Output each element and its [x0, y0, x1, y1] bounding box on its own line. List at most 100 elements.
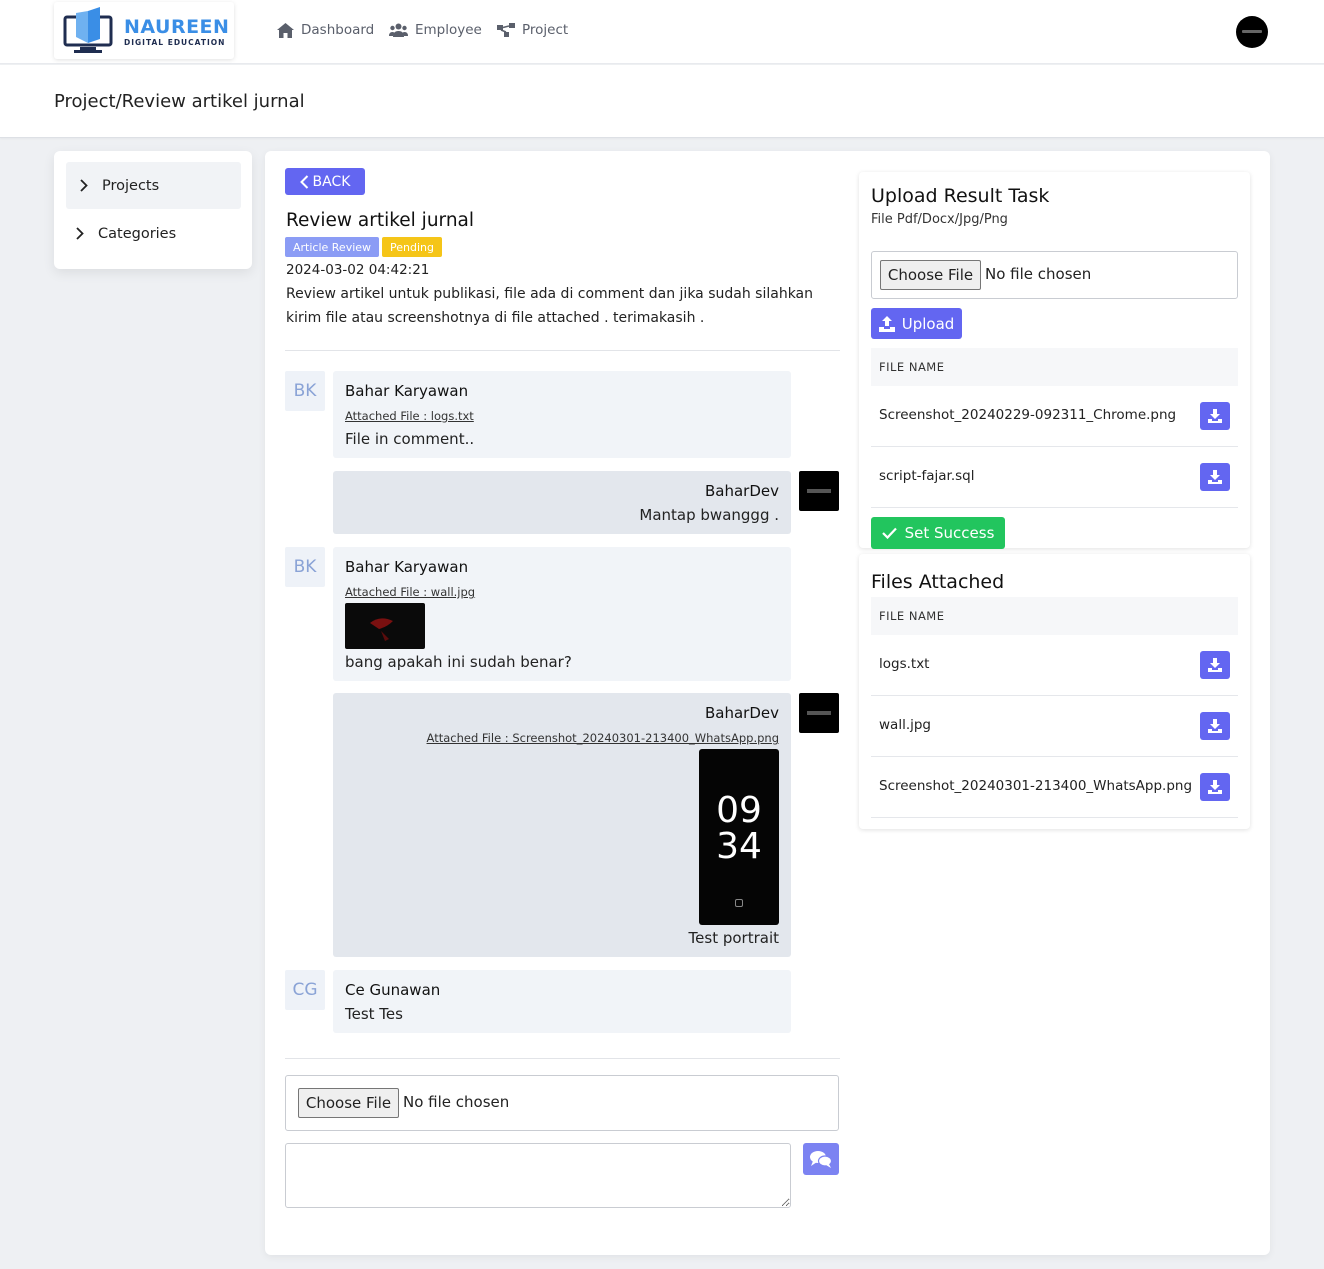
brand-logo[interactable]: NAUREEN DIGITAL EDUCATION — [54, 2, 234, 59]
panel-title: Files Attached — [871, 571, 1005, 593]
table-row: Screenshot_20240301-213400_WhatsApp.png — [871, 757, 1238, 818]
home-icon — [277, 22, 294, 38]
comment-bubble: Ce Gunawan Test Tes — [333, 970, 791, 1033]
sidebar-item-projects[interactable]: Projects — [66, 162, 241, 209]
download-button[interactable] — [1200, 463, 1230, 491]
comment-author: Ce Gunawan — [345, 981, 441, 999]
brand-tagline: DIGITAL EDUCATION — [124, 38, 226, 47]
attachment-phone-screenshot[interactable]: 09 34 — [699, 749, 779, 925]
table-row: logs.txt — [871, 635, 1238, 696]
upload-label: Upload — [901, 314, 955, 333]
comment-textarea[interactable] — [285, 1143, 791, 1208]
table-row: wall.jpg — [871, 696, 1238, 757]
file-name: logs.txt — [879, 656, 930, 672]
file-name: wall.jpg — [879, 717, 931, 733]
file-name: Screenshot_20240301-213400_WhatsApp.png — [879, 778, 1193, 794]
comment-bubble: Bahar Karyawan Attached File : logs.txt … — [333, 371, 791, 458]
comment-author: Bahar Karyawan — [345, 558, 469, 576]
nav-employee-label: Employee — [415, 22, 482, 38]
files-attached-panel: Files Attached FILE NAME logs.txt wall.j… — [859, 554, 1250, 829]
comment-text: Mantap bwanggg . — [639, 506, 779, 524]
panel-title: Upload Result Task — [871, 185, 1050, 207]
comment-bubble: Bahar Karyawan Attached File : wall.jpg … — [333, 547, 791, 681]
comment-author: Bahar Karyawan — [345, 382, 469, 400]
attachment-thumbnail[interactable] — [345, 603, 425, 649]
download-icon — [1208, 658, 1222, 672]
nav-dashboard[interactable]: Dashboard — [277, 22, 374, 38]
chevron-right-icon — [80, 179, 88, 192]
task-title: Review artikel jurnal — [286, 210, 475, 231]
task-detail-card: BACK Review artikel jurnal Article Revie… — [265, 151, 1270, 1255]
comment-author: BaharDev — [704, 482, 779, 500]
comment-text: bang apakah ini sudah benar? — [345, 653, 572, 671]
book-monitor-icon — [63, 7, 113, 53]
sidebar-item-categories[interactable]: Categories — [62, 210, 237, 257]
download-button[interactable] — [1200, 773, 1230, 801]
file-table-header: FILE NAME — [871, 348, 1238, 386]
download-icon — [1208, 780, 1222, 794]
task-description: Review artikel untuk publikasi, file ada… — [286, 286, 814, 326]
panel-subtitle: File Pdf/Docx/Jpg/Png — [871, 212, 1008, 227]
comment-text: File in comment.. — [345, 430, 475, 448]
top-navbar: NAUREEN DIGITAL EDUCATION Dashboard Empl… — [0, 0, 1324, 64]
comment-avatar: BK — [285, 547, 325, 587]
no-file-text: No file chosen — [985, 265, 1092, 283]
comment-bubble-own: BaharDev Mantap bwanggg . — [333, 471, 791, 534]
comment-file-input[interactable]: Choose File No file chosen — [285, 1075, 839, 1131]
own-avatar — [799, 693, 839, 733]
comment-text: Test Tes — [345, 1005, 403, 1023]
divider — [285, 350, 840, 351]
table-row: Screenshot_20240229-092311_Chrome.png — [871, 386, 1238, 447]
back-label: BACK — [312, 173, 351, 190]
chevron-right-icon — [76, 227, 84, 240]
nav-dashboard-label: Dashboard — [301, 22, 375, 38]
users-icon — [389, 23, 408, 37]
download-icon — [1208, 470, 1222, 484]
phone-clock-minute: 34 — [716, 826, 762, 867]
nav-employee[interactable]: Employee — [389, 22, 482, 38]
sidebar-item-label: Categories — [98, 225, 177, 242]
comment-author: BaharDev — [704, 704, 779, 722]
file-name: Screenshot_20240229-092311_Chrome.png — [879, 407, 1177, 423]
upload-button[interactable]: Upload — [871, 308, 962, 339]
choose-file-button[interactable]: Choose File — [298, 1088, 399, 1118]
divider — [285, 1058, 840, 1059]
download-button[interactable] — [1200, 402, 1230, 430]
comment-bubble-own: BaharDev Attached File : Screenshot_2024… — [333, 693, 791, 957]
sidebar: Projects Categories — [54, 151, 252, 269]
set-success-label: Set Success — [904, 524, 995, 542]
user-avatar[interactable] — [1236, 16, 1268, 48]
project-icon — [497, 23, 515, 37]
comments-icon — [810, 1151, 832, 1168]
nav-project-label: Project — [522, 22, 569, 38]
send-comment-button[interactable] — [803, 1143, 839, 1175]
back-button[interactable]: BACK — [285, 168, 365, 195]
download-icon — [1208, 719, 1222, 733]
sidebar-item-label: Projects — [102, 177, 160, 194]
comment-avatar: BK — [285, 371, 325, 411]
lock-icon — [735, 899, 743, 907]
comment-attachment-link[interactable]: Attached File : Screenshot_20240301-2134… — [427, 731, 779, 745]
upload-icon — [878, 315, 895, 332]
choose-file-button[interactable]: Choose File — [880, 260, 981, 290]
nav-project[interactable]: Project — [497, 22, 568, 38]
result-file-input[interactable]: Choose File No file chosen — [871, 251, 1238, 299]
file-table-header: FILE NAME — [871, 597, 1238, 635]
comment-attachment-link[interactable]: Attached File : wall.jpg — [345, 585, 475, 599]
brand-name: NAUREEN — [124, 16, 230, 38]
check-icon — [881, 527, 897, 539]
comment-text: Test portrait — [688, 929, 779, 947]
breadcrumb: Project/Review artikel jurnal — [54, 91, 305, 112]
phone-clock-hour: 09 — [716, 790, 762, 831]
page-header: Project/Review artikel jurnal — [0, 65, 1324, 138]
no-file-text: No file chosen — [403, 1093, 510, 1111]
type-badge: Article Review — [285, 237, 380, 257]
table-row: script-fajar.sql — [871, 447, 1238, 508]
comment-attachment-link[interactable]: Attached File : logs.txt — [345, 409, 474, 423]
upload-result-panel: Upload Result Task File Pdf/Docx/Jpg/Png… — [859, 172, 1250, 549]
own-avatar — [799, 471, 839, 511]
set-success-button[interactable]: Set Success — [871, 517, 1005, 549]
file-name: script-fajar.sql — [879, 468, 975, 484]
download-button[interactable] — [1200, 651, 1230, 679]
download-button[interactable] — [1200, 712, 1230, 740]
